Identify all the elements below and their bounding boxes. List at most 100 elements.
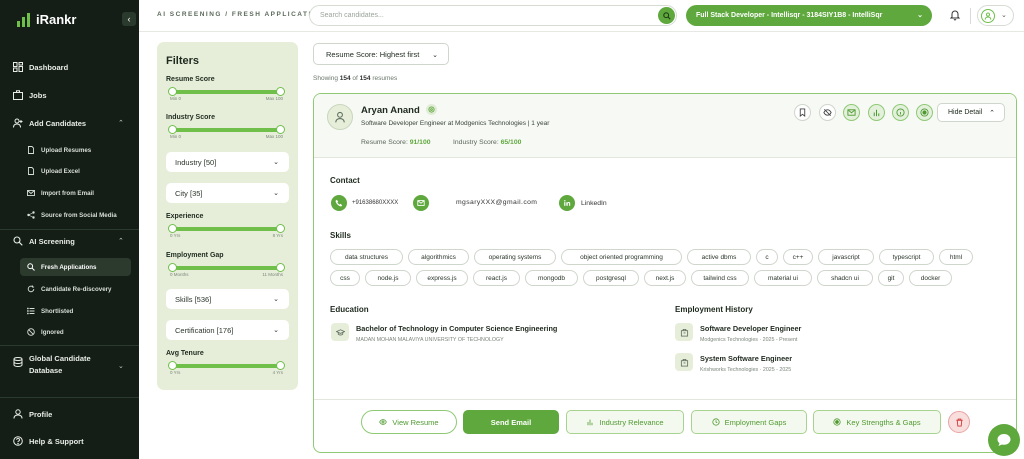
- dashboard-icon: [13, 62, 23, 72]
- bar-chart-icon: [873, 109, 880, 117]
- industry-dropdown[interactable]: Industry [50] ⌄: [166, 152, 289, 172]
- slider-min-handle[interactable]: [168, 125, 177, 134]
- skill-tag: css: [330, 270, 360, 286]
- target-icon: [833, 418, 841, 426]
- ban-icon: [27, 328, 35, 336]
- sidebar-item-global-database[interactable]: Global Candidate Database: [13, 353, 91, 377]
- send-email-label: Send Email: [490, 417, 532, 427]
- slider-min-handle[interactable]: [168, 263, 177, 272]
- certification-dropdown[interactable]: Certification [176] ⌄: [166, 320, 289, 340]
- search-box[interactable]: Search candidates...: [309, 5, 677, 26]
- slider-max-handle[interactable]: [276, 224, 285, 233]
- sidebar-item-import-email[interactable]: Import from Email: [27, 189, 94, 197]
- target-action-button[interactable]: [916, 104, 933, 121]
- sidebar-item-ignored[interactable]: Ignored: [27, 328, 64, 336]
- skill-tag: express.js: [416, 270, 468, 286]
- job-selector[interactable]: Full Stack Developer - Intellisqr - 3184…: [686, 5, 932, 26]
- search-button[interactable]: [658, 7, 675, 24]
- search-input[interactable]: Search candidates...: [320, 12, 384, 19]
- target-icon: [920, 108, 929, 117]
- user-menu-button[interactable]: ⌄: [977, 5, 1014, 26]
- slider-min-handle[interactable]: [168, 361, 177, 370]
- linkedin-link[interactable]: LinkedIn: [581, 200, 607, 207]
- skill-tag: html: [939, 249, 973, 265]
- slider-max-handle[interactable]: [276, 87, 285, 96]
- divider: [0, 229, 139, 230]
- email-address[interactable]: mgsaryXXX@gmail.com: [456, 199, 537, 206]
- slider-max-handle[interactable]: [276, 125, 285, 134]
- experience-slider[interactable]: 0 Yrs 8 Yrs: [168, 224, 285, 238]
- bell-icon[interactable]: [949, 9, 961, 21]
- user-plus-icon: [13, 118, 23, 128]
- phone-number[interactable]: +91638680XXXX: [352, 200, 398, 206]
- sidebar-item-jobs[interactable]: Jobs: [13, 90, 47, 100]
- mail-icon[interactable]: [413, 195, 429, 211]
- chevron-down-icon: ⌄: [1001, 12, 1007, 19]
- info-action-button[interactable]: [892, 104, 909, 121]
- send-email-button[interactable]: Send Email: [463, 410, 559, 434]
- employment-gaps-button[interactable]: Employment Gaps: [691, 410, 807, 434]
- key-strengths-label: Key Strengths & Gaps: [846, 417, 921, 427]
- industry-score-label: Industry Score:: [453, 139, 499, 146]
- sidebar-item-dashboard[interactable]: Dashboard: [13, 62, 68, 72]
- city-dropdown[interactable]: City [35] ⌄: [166, 183, 289, 203]
- sidebar-item-upload-excel[interactable]: Upload Excel: [27, 167, 80, 175]
- chat-button[interactable]: [988, 424, 1020, 456]
- skills-dropdown[interactable]: Skills [536] ⌄: [166, 289, 289, 309]
- industry-relevance-button[interactable]: Industry Relevance: [566, 410, 684, 434]
- employment-title: Employment History: [675, 305, 753, 314]
- linkedin-icon[interactable]: [559, 195, 575, 211]
- user-icon: [335, 111, 345, 123]
- sidebar-item-label: Upload Resumes: [41, 146, 92, 154]
- slider-max-handle[interactable]: [276, 361, 285, 370]
- stats-action-button[interactable]: [868, 104, 885, 121]
- sidebar-item-help[interactable]: Help & Support: [13, 436, 84, 446]
- bookmark-button[interactable]: [794, 104, 811, 121]
- employment-detail-2: Krishworks Technologies · 2025 - 2025: [700, 367, 792, 373]
- industry-score-slider[interactable]: Min 0 Max 100: [168, 125, 285, 139]
- chat-icon: [997, 434, 1011, 446]
- sidebar-item-ai-screening[interactable]: AI Screening: [13, 236, 75, 246]
- sidebar-item-upload-resumes[interactable]: Upload Resumes: [27, 146, 91, 154]
- sidebar-item-fresh-applications[interactable]: Fresh Applications: [27, 263, 96, 271]
- slider-min-label: 0 Yrs: [170, 233, 181, 238]
- sidebar-item-social-media[interactable]: Source from Social Media: [27, 211, 117, 219]
- hide-detail-label: Hide Detail: [948, 109, 983, 116]
- hide-candidate-button[interactable]: [819, 104, 836, 121]
- trash-icon: [955, 418, 963, 427]
- resume-score-slider[interactable]: Min 0 Max 100: [168, 87, 285, 101]
- app-logo[interactable]: iRankr: [17, 12, 76, 27]
- eye-icon: [379, 419, 388, 425]
- sidebar-item-add-candidates[interactable]: Add Candidates: [13, 118, 86, 128]
- building-icon: [675, 353, 693, 371]
- sidebar-item-rediscovery[interactable]: Candidate Re-discovery: [27, 285, 112, 293]
- employment-gap-slider[interactable]: 0 Months 11 Months: [168, 263, 285, 277]
- chevron-down-icon: ⌄: [273, 190, 279, 197]
- slider-min-handle[interactable]: [168, 87, 177, 96]
- resume-score-label: Resume Score: [166, 76, 215, 83]
- hide-detail-button[interactable]: Hide Detail ⌃: [937, 103, 1005, 122]
- collapse-sidebar-button[interactable]: ‹: [122, 12, 136, 26]
- delete-button[interactable]: [948, 411, 970, 433]
- view-resume-button[interactable]: View Resume: [361, 410, 457, 434]
- sidebar-item-shortlisted[interactable]: Shortlisted: [27, 307, 73, 315]
- slider-max-label: 4 Yrs: [272, 370, 283, 375]
- chevron-up-icon[interactable]: ⌃: [118, 119, 124, 127]
- sort-dropdown[interactable]: Resume Score: Highest first ⌄: [313, 43, 449, 65]
- skill-tag: docker: [909, 270, 952, 286]
- chevron-down-icon[interactable]: ⌄: [118, 362, 124, 370]
- sort-label: Resume Score: Highest first: [326, 49, 420, 59]
- avg-tenure-slider[interactable]: 0 Yrs 4 Yrs: [168, 361, 285, 375]
- slider-min-handle[interactable]: [168, 224, 177, 233]
- graduation-cap-icon: [331, 323, 349, 341]
- key-strengths-button[interactable]: Key Strengths & Gaps: [813, 410, 941, 434]
- slider-max-handle[interactable]: [276, 263, 285, 272]
- skill-tag: postgresql: [583, 270, 639, 286]
- phone-icon[interactable]: [331, 195, 347, 211]
- email-action-button[interactable]: [843, 104, 860, 121]
- chevron-up-icon[interactable]: ⌃: [118, 237, 124, 245]
- sidebar-item-label: Shortlisted: [41, 307, 74, 315]
- sidebar-item-profile[interactable]: Profile: [13, 409, 52, 419]
- logo-icon: [17, 12, 30, 27]
- candidate-name[interactable]: Aryan Anand: [361, 105, 420, 116]
